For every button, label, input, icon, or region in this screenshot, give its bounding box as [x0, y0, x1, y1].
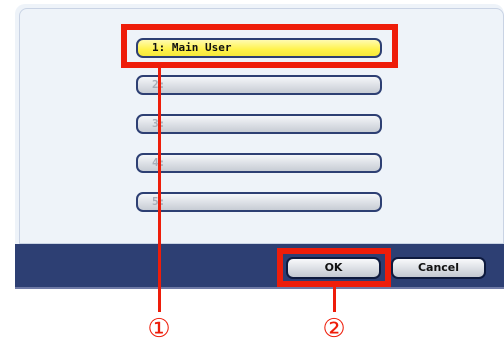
callout-2-label: ② — [322, 314, 346, 344]
callout-line-1 — [158, 66, 161, 312]
user-button-1[interactable]: 1: Main User — [136, 38, 382, 58]
callout-1-label: ① — [147, 314, 171, 344]
callout-line-2 — [333, 285, 336, 312]
user-button-5[interactable]: 5: — [136, 192, 382, 212]
user-button-3[interactable]: 3: — [136, 114, 382, 134]
divider — [15, 287, 504, 289]
user-button-2[interactable]: 2: — [136, 75, 382, 95]
ok-button[interactable]: OK — [286, 257, 381, 279]
user-button-4[interactable]: 4: — [136, 153, 382, 173]
cancel-button[interactable]: Cancel — [391, 257, 486, 279]
